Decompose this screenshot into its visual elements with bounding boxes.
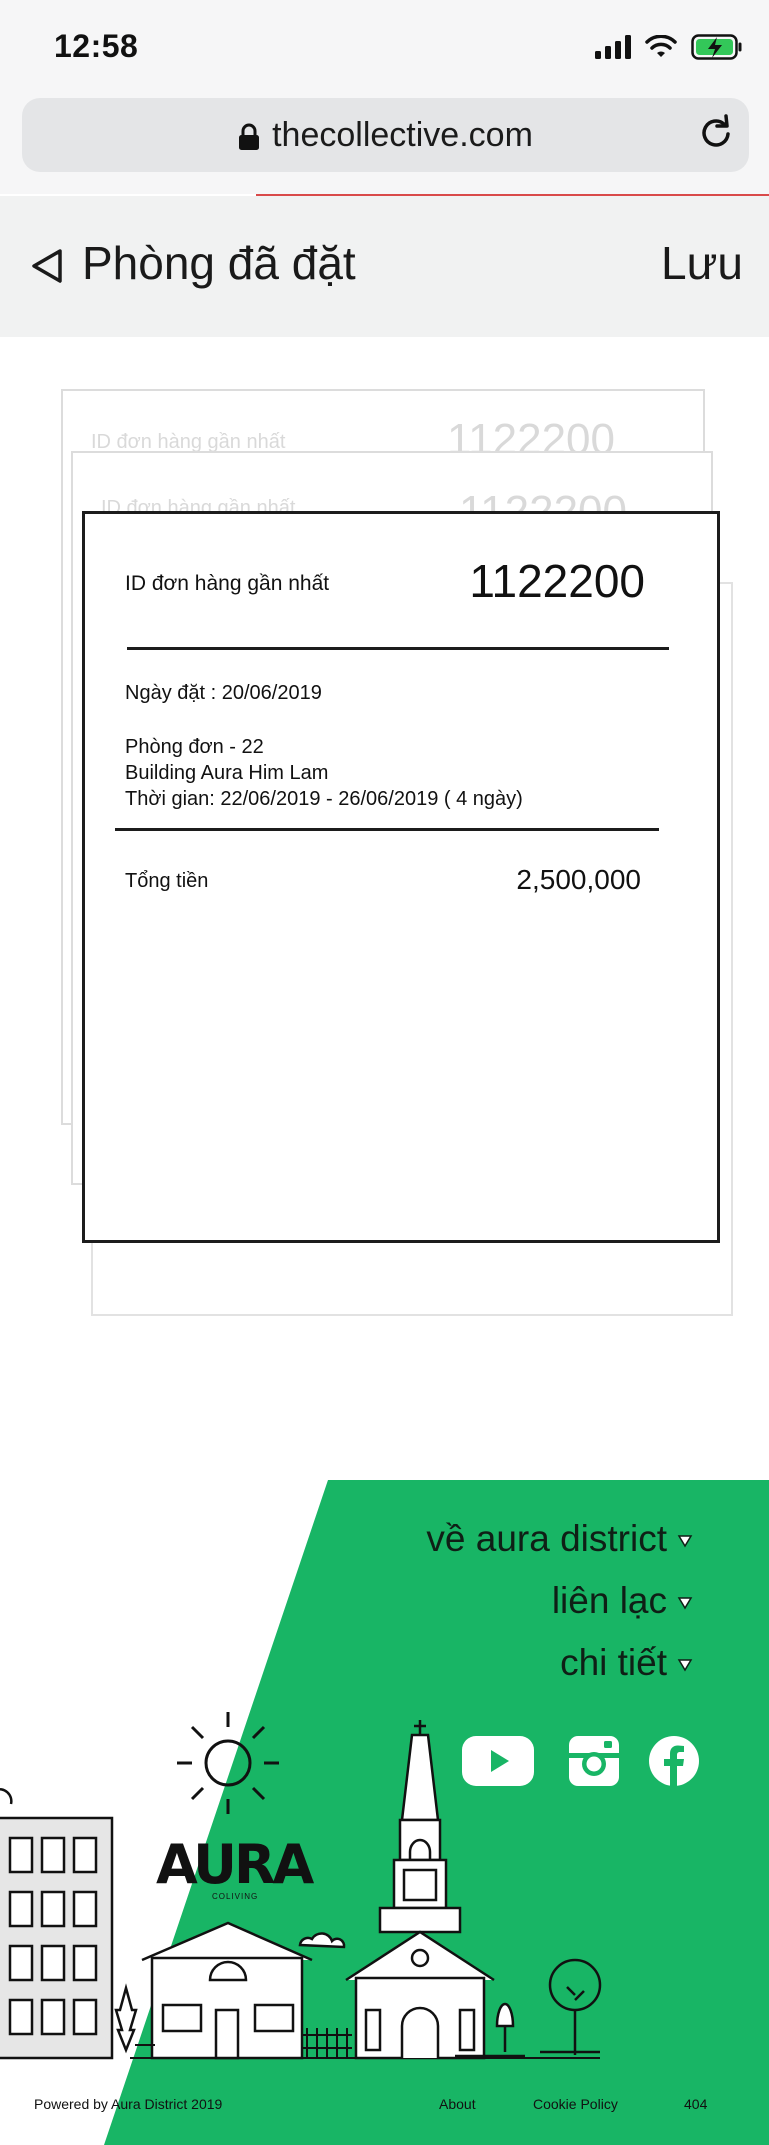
reload-icon[interactable]: [697, 114, 735, 152]
divider: [115, 828, 659, 831]
total-value: 2,500,000: [516, 864, 641, 895]
about-link[interactable]: About: [439, 2096, 476, 2112]
status-icons: [595, 30, 743, 64]
url-text: thecollective.com: [272, 116, 533, 154]
building-name: Building Aura Him Lam: [125, 762, 329, 784]
total-label: Tổng tiền: [125, 870, 209, 892]
footer-link-contact[interactable]: liên lạc: [552, 1580, 693, 1622]
cellular-signal-icon: [595, 35, 631, 59]
facebook-icon[interactable]: [649, 1736, 699, 1786]
page-title: Phòng đã đặt: [82, 237, 356, 289]
logo-text: AURA: [156, 1833, 314, 1896]
error-code-text: 404: [684, 2096, 708, 2112]
save-button[interactable]: Lưu: [661, 236, 743, 290]
footer-link-label: liên lạc: [551, 1580, 667, 1621]
powered-by-text: Powered by Aura District 2019: [34, 2096, 223, 2112]
divider: [127, 647, 669, 650]
footer-link-details[interactable]: chi tiết: [560, 1642, 693, 1684]
booking-details: Phòng đơn - 22 Building Aura Him Lam Thờ…: [125, 734, 523, 812]
footer-link-about-district[interactable]: về aura district: [426, 1518, 693, 1560]
booking-receipt-card[interactable]: ID đơn hàng gần nhất 1122200 Ngày đặt : …: [82, 511, 720, 1243]
instagram-icon[interactable]: [569, 1736, 619, 1786]
cookie-policy-link[interactable]: Cookie Policy: [533, 2096, 618, 2112]
page-header: Phòng đã đặt Lưu: [0, 196, 769, 337]
lock-icon: [239, 123, 260, 151]
order-id-label: ID đơn hàng gần nhất: [125, 572, 330, 595]
caret-down-icon: [677, 1535, 693, 1548]
aura-logo[interactable]: AURA COLIVING: [156, 1833, 314, 1902]
footer-link-label: về aura district: [426, 1518, 667, 1559]
order-id-value: 1122200: [469, 555, 645, 607]
caret-down-icon: [677, 1597, 693, 1610]
back-triangle-icon[interactable]: [30, 248, 64, 284]
browser-toolbar: thecollective.com: [0, 92, 769, 194]
footer-link-label: chi tiết: [560, 1642, 667, 1683]
stay-period: Thời gian: 22/06/2019 - 26/06/2019 ( 4 n…: [125, 788, 523, 810]
battery-charging-icon: [691, 34, 742, 60]
youtube-icon[interactable]: [462, 1736, 534, 1786]
caret-down-icon: [677, 1659, 693, 1672]
status-time: 12:58: [54, 28, 139, 64]
wifi-icon: [645, 35, 677, 57]
booking-date: Ngày đặt : 20/06/2019: [125, 682, 322, 704]
address-bar[interactable]: thecollective.com: [22, 98, 749, 172]
status-bar: 12:58: [0, 0, 769, 92]
room-name: Phòng đơn - 22: [125, 736, 264, 758]
address-bar-content: thecollective.com: [22, 116, 749, 155]
